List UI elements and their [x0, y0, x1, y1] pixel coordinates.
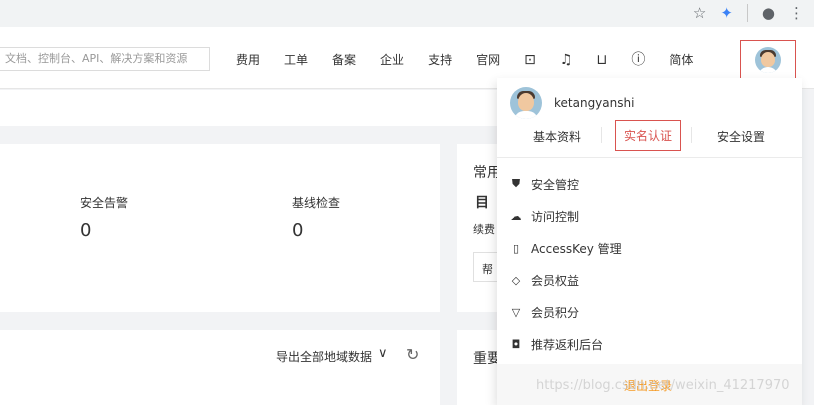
username: ketangyanshi	[554, 96, 635, 110]
real-name-auth-link[interactable]: 实名认证	[615, 120, 682, 151]
shield-icon: ⛊	[511, 177, 521, 190]
chevron-down-icon[interactable]: ∨	[378, 346, 388, 361]
nav-item-enterprise[interactable]: 企业	[380, 52, 404, 68]
region-card: 导出全部地域数据 ∨ ↻	[0, 330, 440, 405]
search-input[interactable]: 文档、控制台、API、解决方案和资源	[0, 47, 210, 71]
nav-item-fees[interactable]: 费用	[236, 52, 260, 68]
alert-label: 安全告警	[80, 196, 129, 210]
gem-icon: ▽	[511, 305, 521, 319]
diamond-icon: ◇	[511, 273, 521, 287]
id-card-icon: ◘	[511, 337, 521, 351]
nav-item-support[interactable]: 支持	[428, 52, 452, 68]
bell-icon[interactable]: ♫	[560, 52, 573, 68]
star-icon[interactable]: ☆	[693, 3, 706, 23]
refresh-icon[interactable]: ↻	[406, 345, 419, 364]
baseline-label: 基线检查	[292, 196, 341, 210]
link-separator	[601, 127, 602, 143]
user-dropdown-menu: ketangyanshi 基本资料 实名认证 安全设置 ⛊ 安全管控 ☁ 访问控…	[497, 78, 802, 405]
terminal-icon[interactable]: ⊡	[524, 52, 536, 68]
nav-item-tickets[interactable]: 工单	[284, 52, 308, 68]
menu-item-label: 安全管控	[531, 177, 580, 192]
avatar	[510, 87, 542, 119]
sub-header-bar	[0, 90, 500, 126]
extension-icon[interactable]: ✦	[720, 3, 733, 23]
baseline-value[interactable]: 0	[292, 220, 303, 241]
toolbar-divider	[746, 4, 748, 22]
user-avatar-button[interactable]	[740, 40, 796, 79]
security-settings-link[interactable]: 安全设置	[717, 128, 765, 145]
menu-item-security-control[interactable]: ⛊ 安全管控	[510, 168, 622, 200]
language-switch[interactable]: 简体	[669, 51, 693, 68]
menu-item-label: 访问控制	[531, 209, 580, 224]
menu-item-access-control[interactable]: ☁ 访问控制	[510, 200, 622, 232]
nav-item-icp[interactable]: 备案	[332, 52, 356, 68]
renew-link[interactable]: 续费	[473, 221, 495, 237]
menu-item-label: 会员权益	[531, 273, 580, 288]
cart-icon[interactable]: ⊔	[596, 52, 607, 68]
link-separator	[691, 127, 692, 143]
cloud-icon: ☁	[510, 209, 522, 223]
common-icon: 目	[475, 195, 489, 211]
menu-item-label: 推荐返利后台	[531, 337, 604, 352]
profile-icon[interactable]: ●	[762, 3, 775, 23]
dropdown-user-info: ketangyanshi	[510, 87, 634, 119]
dropdown-divider	[497, 157, 802, 158]
browser-toolbar: ☆ ✦ ● ⋮	[0, 0, 814, 27]
key-icon: ▯	[512, 241, 520, 255]
account-links: 基本资料 实名认证 安全设置	[497, 119, 802, 151]
basic-info-link[interactable]: 基本资料	[533, 128, 581, 145]
address-bar[interactable]	[0, 0, 688, 25]
nav-item-website[interactable]: 官网	[476, 52, 500, 68]
top-nav: 费用 工单 备案 企业 支持 官网 ⊡ ♫ ⊔ ⓘ 简体	[236, 51, 705, 68]
watermark: https://blog.csdn.net/weixin_41217970	[536, 378, 790, 393]
security-overview-card: 安全告警 0 基线检查 0	[0, 144, 440, 312]
menu-item-member-benefits[interactable]: ◇ 会员权益	[510, 264, 622, 296]
help-icon[interactable]: ⓘ	[631, 52, 645, 68]
menu-item-label: AccessKey 管理	[531, 241, 622, 256]
dropdown-menu-list: ⛊ 安全管控 ☁ 访问控制 ▯ AccessKey 管理 ◇ 会员权益 ▽ 会员…	[510, 168, 622, 360]
alert-value[interactable]: 0	[80, 220, 91, 241]
more-icon[interactable]: ⋮	[789, 3, 804, 23]
avatar	[755, 46, 781, 73]
menu-item-member-points[interactable]: ▽ 会员积分	[510, 296, 622, 328]
menu-item-referral[interactable]: ◘ 推荐返利后台	[510, 328, 622, 360]
menu-item-accesskey[interactable]: ▯ AccessKey 管理	[510, 232, 622, 264]
menu-item-label: 会员积分	[531, 305, 580, 320]
export-region-data-button[interactable]: 导出全部地域数据	[276, 348, 372, 365]
